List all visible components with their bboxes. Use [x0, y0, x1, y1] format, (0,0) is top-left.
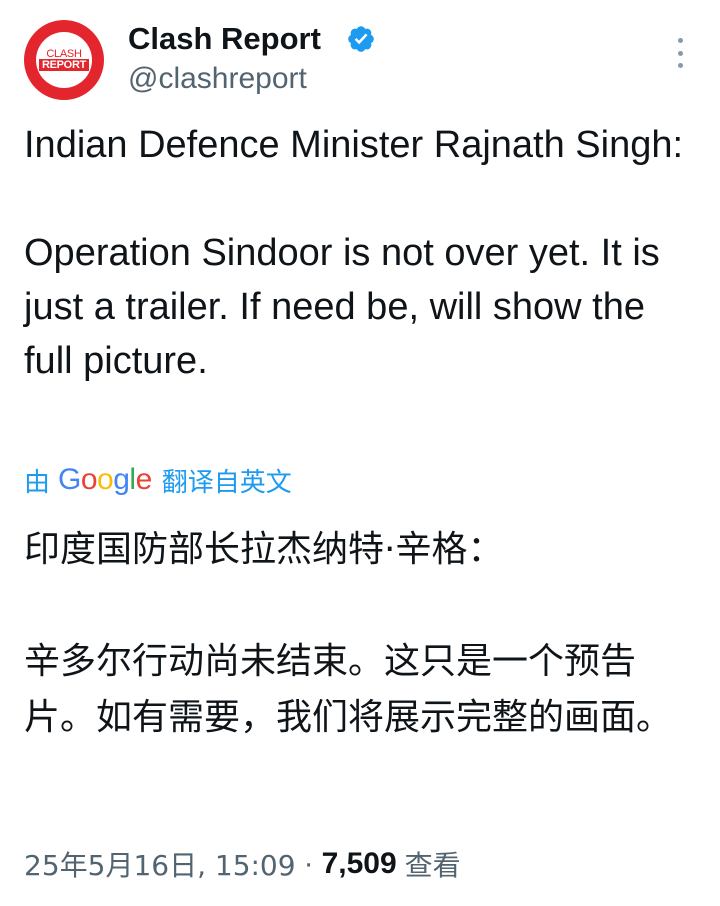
meta-separator: · — [303, 847, 314, 880]
tweet-text: Indian Defence Minister Rajnath Singh: O… — [24, 118, 700, 388]
avatar-logo: CLASH REPORT — [36, 32, 92, 88]
tweet-paragraph: Indian Defence Minister Rajnath Singh: — [24, 124, 684, 166]
author-name[interactable]: Clash Report — [128, 20, 321, 58]
google-logo: Google — [58, 463, 152, 497]
more-vertical-icon[interactable] — [670, 38, 690, 68]
tweet-meta: 25年5月16日, 15:09 · 7,509 查看 — [24, 842, 461, 886]
view-label: 查看 — [404, 849, 461, 882]
author-handle[interactable]: @clashreport — [128, 61, 307, 97]
translated-paragraph: 辛多尔行动尚未结束。这只是一个预告片。如有需要，我们将展示完整的画面。 — [24, 641, 673, 738]
more-dot — [677, 50, 683, 56]
verified-badge-icon — [348, 26, 374, 52]
avatar-logo-bottom: REPORT — [38, 59, 90, 71]
google-letter: o — [97, 463, 114, 496]
tweet-paragraph: Operation Sindoor is not over yet. It is… — [24, 232, 660, 382]
google-letter: e — [135, 463, 153, 496]
more-dot — [677, 38, 683, 43]
view-count: 7,509 — [321, 847, 397, 880]
translate-prefix: 由 — [24, 467, 51, 498]
google-letter: o — [80, 463, 98, 496]
translated-paragraph: 印度国防部长拉杰纳特·辛格： — [24, 529, 504, 570]
tweet-card: CLASH REPORT Clash Report @clashreport I… — [0, 0, 720, 906]
translate-link[interactable]: 由 Google 翻译自英文 — [24, 460, 292, 500]
more-dot — [677, 63, 683, 68]
translate-suffix: 翻译自英文 — [161, 467, 292, 498]
avatar-logo-top: CLASH — [46, 48, 82, 60]
google-letter: G — [58, 463, 81, 496]
translated-text: 印度国防部长拉杰纳特·辛格： 辛多尔行动尚未结束。这只是一个预告片。如有需要，我… — [24, 522, 700, 746]
google-letter: g — [113, 463, 130, 496]
tweet-timestamp[interactable]: 25年5月16日, 15:09 — [24, 844, 296, 884]
avatar[interactable]: CLASH REPORT — [24, 20, 104, 100]
